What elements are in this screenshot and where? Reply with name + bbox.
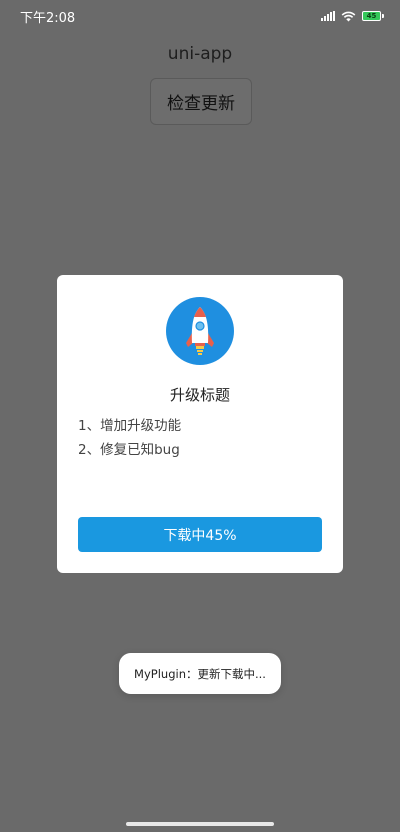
release-note-item: 1、增加升级功能 xyxy=(78,418,182,434)
page-title: uni-app xyxy=(167,44,233,64)
rocket-icon xyxy=(166,297,234,365)
status-bar: 下午2:08 45 xyxy=(0,0,400,32)
update-dialog: 升级标题 1、增加升级功能 2、修复已知bug 下载中45% xyxy=(57,275,343,573)
signal-icon xyxy=(321,11,335,21)
release-note-item: 2、修复已知bug xyxy=(78,442,180,458)
battery-icon: 45 xyxy=(362,11,384,21)
toast-message: MyPlugin：更新下载中... xyxy=(119,653,281,694)
wifi-icon xyxy=(341,11,356,22)
status-time: 下午2:08 xyxy=(20,10,76,26)
phone-screen: 下午2:08 45 uni-app 检查更新 升级标题 1、增加升级功能 2、修… xyxy=(0,0,400,832)
check-update-button[interactable]: 检查更新 xyxy=(150,78,252,125)
release-notes: 1、增加升级功能 2、修复已知bug xyxy=(78,414,181,462)
status-icons: 45 xyxy=(321,11,384,22)
home-indicator[interactable] xyxy=(126,822,274,826)
dialog-title: 升级标题 xyxy=(169,386,230,404)
battery-level: 45 xyxy=(366,11,377,20)
download-progress-button[interactable]: 下载中45% xyxy=(78,517,322,552)
